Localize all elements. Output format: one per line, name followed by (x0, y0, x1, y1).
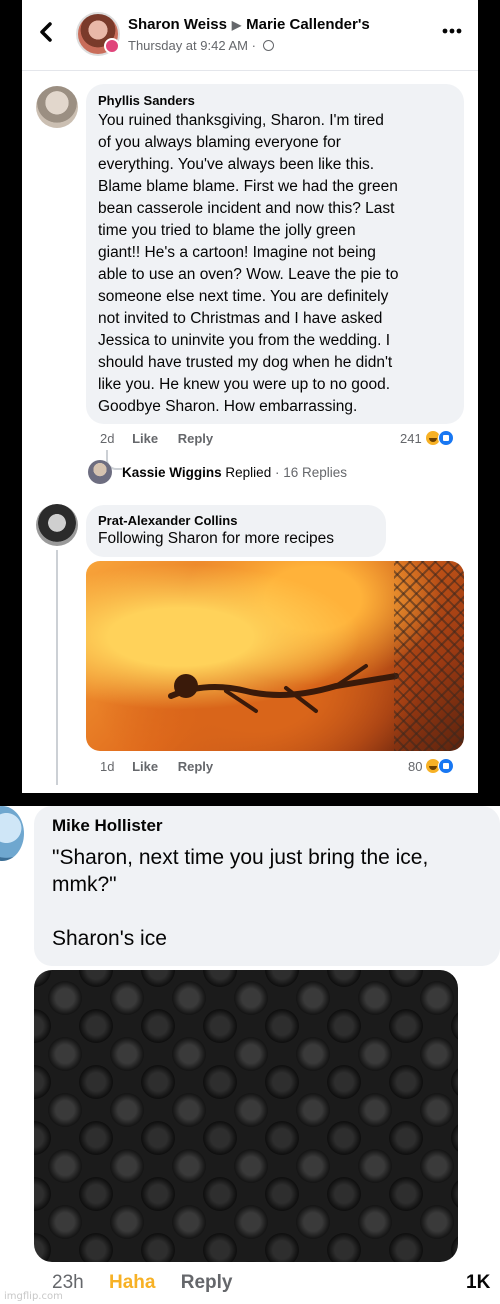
header-divider (22, 70, 478, 71)
comment-text: "Sharon, next time you just bring the ic… (52, 846, 429, 950)
like-reaction-icon (438, 758, 455, 774)
comment-actions: 23h Haha Reply (52, 1272, 232, 1294)
skeleton-silhouette (168, 664, 399, 713)
reaction-count[interactable]: 1K (466, 1272, 490, 1294)
post-timestamp[interactable]: Thursday at 9:42 AM (128, 38, 248, 53)
reply-button[interactable]: Reply (178, 431, 213, 446)
replies-separator: · (274, 465, 280, 480)
comment-time[interactable]: 2d (100, 431, 114, 446)
reply-button[interactable]: Reply (178, 759, 213, 774)
view-replies-link[interactable]: Kassie Wiggins Replied · 16 Replies (122, 465, 347, 480)
avatar-badge (104, 38, 120, 54)
comment-text: You ruined thanksgiving, Sharon. I'm tir… (98, 112, 399, 415)
post-author-name[interactable]: Sharon Weiss (128, 16, 227, 33)
commenter-name[interactable]: Prat-Alexander Collins (98, 513, 374, 528)
like-reaction-icon (437, 430, 454, 446)
more-horizontal-icon (442, 28, 462, 34)
reaction-summary[interactable]: 241 (400, 430, 454, 446)
comment-bubble: Mike Hollister "Sharon, next time you ju… (34, 806, 500, 966)
post-header: Sharon Weiss ▶ Marie Callender's (128, 16, 370, 33)
comment-bubble: Prat-Alexander Collins Following Sharon … (86, 505, 386, 557)
reply-button[interactable]: Reply (181, 1272, 233, 1293)
commenter-avatar[interactable] (36, 86, 78, 128)
comment-image-charcoal-briquettes[interactable] (34, 970, 458, 1262)
post-meta: Thursday at 9:42 AM · (128, 38, 274, 53)
right-triangle-icon: ▶ (231, 18, 242, 32)
comment-time[interactable]: 23h (52, 1272, 84, 1293)
commenter-name[interactable]: Phyllis Sanders (98, 93, 452, 108)
reaction-count: 80 (408, 758, 423, 774)
replies-count: 16 Replies (283, 465, 348, 480)
commenter-avatar[interactable] (0, 806, 24, 861)
replier-avatar[interactable] (88, 460, 112, 484)
comment-actions: 2d Like Reply (100, 431, 229, 446)
globe-icon (262, 40, 274, 51)
chevron-left-icon (40, 22, 52, 42)
like-button[interactable]: Like (132, 431, 158, 446)
thread-connector (56, 550, 58, 785)
second-comment-screenshot: Mike Hollister "Sharon, next time you ju… (0, 806, 500, 1304)
haha-reaction-button[interactable]: Haha (109, 1272, 155, 1293)
commenter-name[interactable]: Mike Hollister (52, 816, 482, 836)
reaction-summary[interactable]: 80 (408, 758, 455, 774)
facebook-post-panel: Sharon Weiss ▶ Marie Callender's Thursday … (22, 0, 478, 793)
comment-image-fire-skeleton[interactable] (86, 561, 464, 751)
back-button[interactable] (36, 18, 56, 46)
comment-bubble: Phyllis Sanders You ruined thanksgiving,… (86, 84, 464, 424)
meta-separator: · (251, 38, 256, 53)
commenter-avatar[interactable] (36, 504, 78, 546)
chain-link-fence (394, 561, 464, 751)
replied-label: Replied (225, 465, 272, 480)
comment-time[interactable]: 1d (100, 759, 114, 774)
comment-text: Following Sharon for more recipes (98, 530, 335, 547)
like-button[interactable]: Like (132, 759, 158, 774)
more-options-button[interactable] (442, 16, 462, 42)
watermark: imgflip.com (4, 1291, 63, 1302)
replier-name: Kassie Wiggins (122, 465, 222, 480)
comment-actions: 1d Like Reply (100, 759, 229, 774)
post-target-page[interactable]: Marie Callender's (246, 16, 370, 33)
reaction-count: 241 (400, 430, 422, 446)
